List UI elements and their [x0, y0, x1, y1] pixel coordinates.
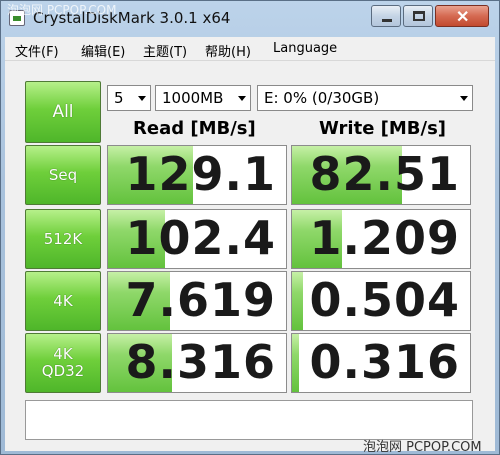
menu-file[interactable]: 文件(F) [15, 41, 59, 60]
menu-theme[interactable]: 主题(T) [143, 41, 187, 60]
test-button-3[interactable]: 4K QD32 [25, 333, 101, 393]
write-header: Write [MB/s] [319, 118, 447, 139]
read-result-0: 129.1 [107, 145, 287, 205]
close-icon: ✕ [456, 9, 470, 26]
read-result-2: 7.619 [107, 271, 287, 331]
chevron-down-icon [138, 96, 146, 101]
menu-help[interactable]: 帮助(H) [205, 41, 251, 60]
close-button[interactable]: ✕ [435, 5, 489, 27]
test-button-1[interactable]: 512K [25, 209, 101, 269]
menu-bar: 文件(F) 编辑(E) 主题(T) 帮助(H) Language [5, 37, 495, 61]
maximize-icon [413, 11, 425, 21]
read-value-0: 129.1 [125, 147, 276, 201]
write-bar-3 [292, 334, 300, 392]
all-button[interactable]: All [25, 81, 101, 143]
write-value-1: 1.209 [309, 211, 460, 265]
write-value-0: 82.51 [309, 147, 460, 201]
watermark-bottom: 泡泡网 PCPOP.COM [363, 440, 482, 455]
write-value-2: 0.504 [309, 273, 460, 327]
count-value: 5 [114, 89, 124, 107]
write-result-2: 0.504 [291, 271, 471, 331]
main-panel: All 5 1000MB E: 0% (0/30GB) Read [MB/s] … [5, 61, 495, 451]
read-result-1: 102.4 [107, 209, 287, 269]
title-bar[interactable]: CrystalDiskMark 3.0.1 x64 泡泡网 PCPOP.COM … [1, 1, 500, 37]
write-value-3: 0.316 [309, 335, 460, 389]
menu-edit[interactable]: 编辑(E) [81, 41, 125, 60]
write-result-3: 0.316 [291, 333, 471, 393]
size-value: 1000MB [162, 89, 224, 107]
write-result-1: 1.209 [291, 209, 471, 269]
minimize-button[interactable] [371, 5, 401, 27]
count-select[interactable]: 5 [107, 85, 151, 111]
app-window: CrystalDiskMark 3.0.1 x64 泡泡网 PCPOP.COM … [0, 0, 500, 455]
test-button-2[interactable]: 4K [25, 271, 101, 331]
write-result-0: 82.51 [291, 145, 471, 205]
chevron-down-icon [460, 96, 468, 101]
read-header: Read [MB/s] [133, 118, 256, 139]
read-value-1: 102.4 [125, 211, 276, 265]
status-bar [25, 400, 473, 440]
read-value-2: 7.619 [125, 273, 276, 327]
drive-value: E: 0% (0/30GB) [264, 89, 380, 107]
maximize-button[interactable] [403, 5, 433, 27]
test-button-0[interactable]: Seq [25, 145, 101, 205]
minimize-icon [382, 19, 392, 22]
watermark-top: 泡泡网 PCPOP.COM [7, 3, 117, 17]
size-select[interactable]: 1000MB [155, 85, 251, 111]
read-value-3: 8.316 [125, 335, 276, 389]
chevron-down-icon [238, 96, 246, 101]
menu-language[interactable]: Language [273, 41, 337, 56]
write-bar-2 [292, 272, 303, 330]
read-result-3: 8.316 [107, 333, 287, 393]
drive-select[interactable]: E: 0% (0/30GB) [257, 85, 473, 111]
